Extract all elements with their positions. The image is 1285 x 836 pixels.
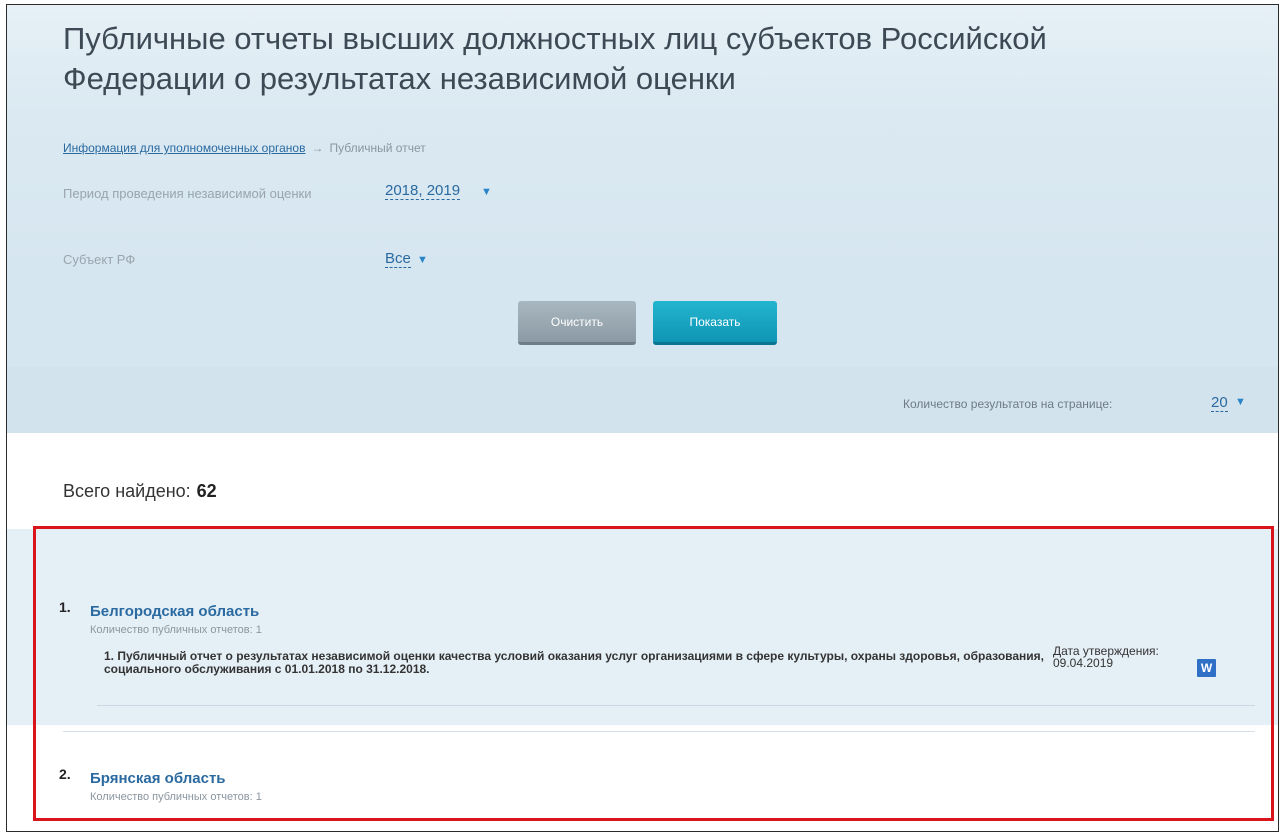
report-approval-date-value: 09.04.2019: [1053, 656, 1114, 670]
total-found: Всего найдено: 62: [63, 481, 217, 502]
region-link-bryansk[interactable]: Брянская область: [90, 770, 226, 787]
report-divider: [97, 705, 1255, 706]
list-item-number: 2.: [59, 766, 71, 782]
filter-actions: Очистить Показать: [7, 275, 1278, 367]
subject-filter-value[interactable]: Все: [385, 250, 411, 268]
period-filter-label: Период проведения независимой оценки: [63, 186, 312, 201]
list-item-number: 1.: [59, 599, 71, 615]
report-title[interactable]: 1. Публичный отчет о результатах независ…: [104, 650, 1044, 676]
breadcrumb: Информация для уполномоченных органов → Пу…: [63, 141, 426, 155]
show-button[interactable]: Показать: [653, 301, 777, 345]
page-frame: Публичные отчеты высших должностных лиц …: [6, 4, 1279, 832]
word-document-icon[interactable]: W: [1197, 659, 1216, 677]
period-filter-value[interactable]: 2018, 2019: [385, 182, 461, 200]
results-toolbar: Количество результатов на странице: 20 ▼: [7, 367, 1278, 433]
region-link-belgorod[interactable]: Белгородская область: [90, 603, 259, 620]
report-approval-date: Дата утверждения: 09.04.2019: [1053, 645, 1173, 669]
region-report-count: Количество публичных отчетов: 1: [90, 624, 262, 636]
per-page-select[interactable]: 20: [1211, 394, 1228, 412]
breadcrumb-current: Публичный отчет: [329, 141, 426, 155]
list-divider: [63, 731, 1255, 732]
page-title: Публичные отчеты высших должностных лиц …: [63, 21, 1047, 96]
filter-panel: Публичные отчеты высших должностных лиц …: [7, 5, 1278, 275]
total-found-count: 62: [196, 481, 217, 501]
clear-button[interactable]: Очистить: [518, 301, 636, 345]
total-found-label: Всего найдено:: [63, 481, 191, 501]
breadcrumb-link-authorized-bodies[interactable]: Информация для уполномоченных органов: [63, 141, 305, 155]
per-page-dropdown-arrow-icon[interactable]: ▼: [1235, 396, 1246, 408]
subject-dropdown-arrow-icon[interactable]: ▼: [417, 254, 428, 266]
period-dropdown-arrow-icon[interactable]: ▼: [481, 186, 492, 198]
region-report-count: Количество публичных отчетов: 1: [90, 791, 262, 803]
per-page-label: Количество результатов на странице:: [903, 397, 1113, 411]
subject-filter-label: Субъект РФ: [63, 252, 136, 267]
breadcrumb-separator: →: [311, 141, 324, 155]
